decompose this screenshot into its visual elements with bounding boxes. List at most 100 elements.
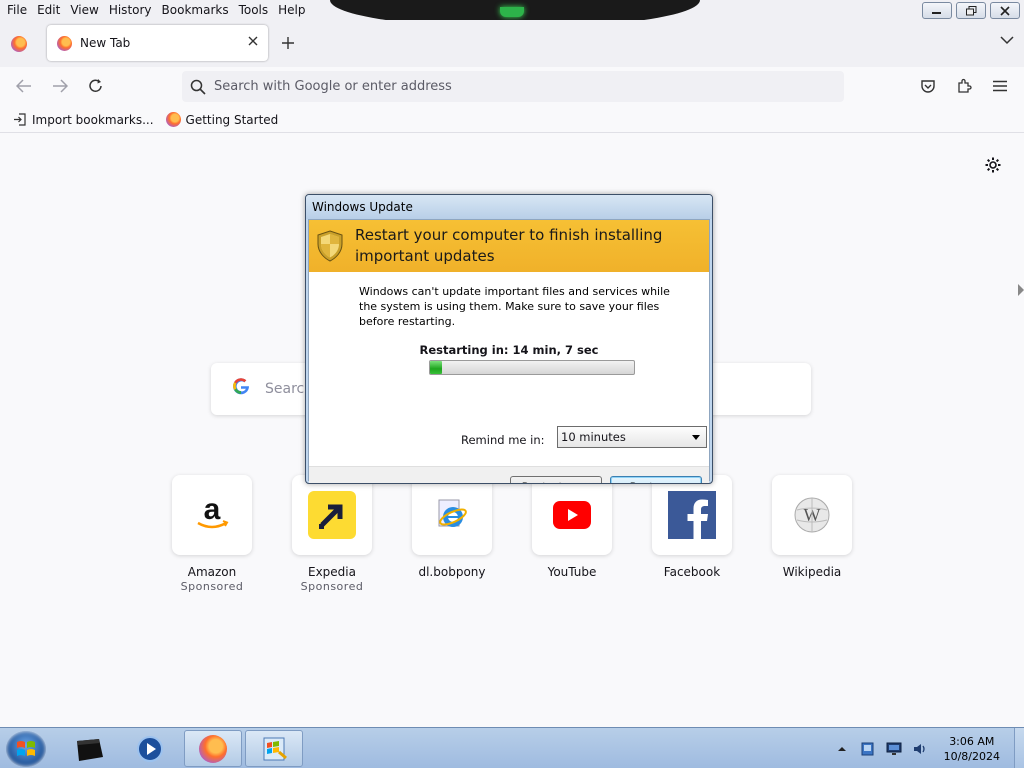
personalize-button[interactable] xyxy=(984,156,1002,174)
bookmarks-toolbar: Import bookmarks... Getting Started xyxy=(0,107,1024,133)
tab-new-tab[interactable]: New Tab xyxy=(47,25,268,61)
tile-title: YouTube xyxy=(547,565,597,579)
firefox-icon xyxy=(57,35,72,51)
tab-strip: New Tab xyxy=(0,20,1024,67)
shield-icon xyxy=(317,230,343,262)
plus-icon xyxy=(282,37,294,49)
tile-title: Amazon xyxy=(187,565,237,579)
postpone-button[interactable]: Postpone xyxy=(610,476,702,483)
menu-view[interactable]: View xyxy=(66,3,102,17)
reload-icon xyxy=(89,79,102,92)
top-site-tile[interactable]: dl.bobpony xyxy=(412,475,492,593)
taskbar-clock[interactable]: 3:06 AM 10/8/2024 xyxy=(944,734,1000,764)
url-input[interactable] xyxy=(214,79,814,94)
chevron-down-icon xyxy=(1000,36,1014,45)
back-button[interactable] xyxy=(14,76,34,96)
firefox-view-icon[interactable] xyxy=(11,36,27,52)
chevron-up-icon xyxy=(837,746,846,751)
bookmark-label: Getting Started xyxy=(185,112,279,127)
sponsored-label: Sponsored xyxy=(180,580,244,593)
restore-button[interactable] xyxy=(956,2,986,19)
top-site-tile[interactable]: YouTube xyxy=(532,475,612,593)
taskbar-app-media-player[interactable] xyxy=(121,730,179,767)
minimize-icon xyxy=(932,11,941,14)
volume-tray-button[interactable] xyxy=(912,741,928,757)
close-window-button[interactable] xyxy=(990,2,1020,19)
show-hidden-icons-button[interactable] xyxy=(834,741,850,757)
start-button[interactable] xyxy=(6,731,46,767)
top-site-tile[interactable]: Facebook xyxy=(652,475,732,593)
pocket-button[interactable] xyxy=(918,76,938,96)
flag-icon xyxy=(861,742,874,755)
top-site-tile[interactable]: W Wikipedia xyxy=(772,475,852,593)
top-sites: a Amazon Sponsored Expedia Sponsored dl.… xyxy=(172,475,892,593)
system-tray: 3:06 AM 10/8/2024 xyxy=(834,728,1024,768)
remind-interval-select[interactable]: 10 minutes xyxy=(557,426,707,448)
dialog-title: Windows Update xyxy=(312,200,413,214)
menu-file[interactable]: File xyxy=(3,3,31,17)
media-player-icon xyxy=(137,735,163,762)
forward-button[interactable] xyxy=(50,76,70,96)
windows-logo-icon xyxy=(17,741,35,756)
dialog-body: Restart your computer to finish installi… xyxy=(308,219,710,483)
restart-now-button[interactable]: Restart now xyxy=(510,476,602,483)
menu-edit[interactable]: Edit xyxy=(33,3,64,17)
tab-title: New Tab xyxy=(80,36,131,50)
arrow-left-icon xyxy=(16,79,31,93)
show-desktop-button[interactable] xyxy=(1014,728,1024,768)
dialog-title-bar[interactable]: Windows Update xyxy=(306,195,712,219)
clock-date: 10/8/2024 xyxy=(943,749,1000,763)
menu-bookmarks[interactable]: Bookmarks xyxy=(158,3,233,17)
taskbar-app-firefox[interactable] xyxy=(184,730,242,767)
notch-light-icon xyxy=(500,7,524,17)
minimize-button[interactable] xyxy=(922,2,952,19)
tab-close-button[interactable] xyxy=(248,34,258,50)
import-icon xyxy=(12,112,27,127)
tile-title: Wikipedia xyxy=(782,565,842,579)
reload-button[interactable] xyxy=(86,76,106,96)
close-icon xyxy=(1000,5,1010,16)
arrow-right-icon xyxy=(53,79,68,93)
facebook-icon xyxy=(652,475,732,555)
sponsored-label: Sponsored xyxy=(300,580,364,593)
new-tab-button[interactable] xyxy=(281,31,295,55)
taskbar-app-terminal[interactable] xyxy=(60,730,118,767)
expedia-icon xyxy=(292,475,372,555)
remind-label: Remind me in: xyxy=(461,433,545,447)
bookmark-import[interactable]: Import bookmarks... xyxy=(12,112,154,127)
amazon-icon: a xyxy=(172,475,252,555)
windows-update-icon xyxy=(263,737,287,760)
dropdown-arrow-icon xyxy=(692,435,700,440)
tile-title: Facebook xyxy=(663,565,721,579)
top-site-tile[interactable]: Expedia Sponsored xyxy=(292,475,372,593)
extensions-button[interactable] xyxy=(954,76,974,96)
black-box-app-icon xyxy=(77,738,103,761)
list-all-tabs-button[interactable] xyxy=(1000,34,1014,46)
dialog-header: Restart your computer to finish installi… xyxy=(309,220,709,272)
network-tray-button[interactable] xyxy=(886,741,902,757)
clock-time: 3:06 AM xyxy=(949,734,995,748)
scroll-arrow-icon xyxy=(1018,284,1024,296)
pocket-icon xyxy=(921,80,935,93)
app-menu-button[interactable] xyxy=(990,76,1010,96)
hamburger-menu-icon xyxy=(993,80,1007,92)
remind-select-value: 10 minutes xyxy=(561,430,626,444)
network-icon xyxy=(886,742,902,755)
bookmark-getting-started[interactable]: Getting Started xyxy=(165,112,279,127)
dialog-footer: Restart now Postpone xyxy=(309,466,709,483)
taskbar-app-windows-update[interactable] xyxy=(245,730,303,767)
firefox-icon xyxy=(199,734,227,763)
top-site-tile[interactable]: a Amazon Sponsored xyxy=(172,475,252,593)
navigation-bar xyxy=(0,67,1024,107)
ie-icon xyxy=(412,475,492,555)
dialog-message: Windows can't update important files and… xyxy=(359,285,670,328)
progress-fill xyxy=(430,361,443,374)
puzzle-icon xyxy=(958,78,972,93)
action-center-tray-button[interactable] xyxy=(860,741,876,757)
menu-help[interactable]: Help xyxy=(274,3,309,17)
window-controls xyxy=(922,2,1020,19)
dialog-heading: Restart your computer to finish installi… xyxy=(355,226,663,265)
menu-tools[interactable]: Tools xyxy=(235,3,273,17)
address-bar[interactable] xyxy=(182,71,844,102)
menu-history[interactable]: History xyxy=(105,3,156,17)
